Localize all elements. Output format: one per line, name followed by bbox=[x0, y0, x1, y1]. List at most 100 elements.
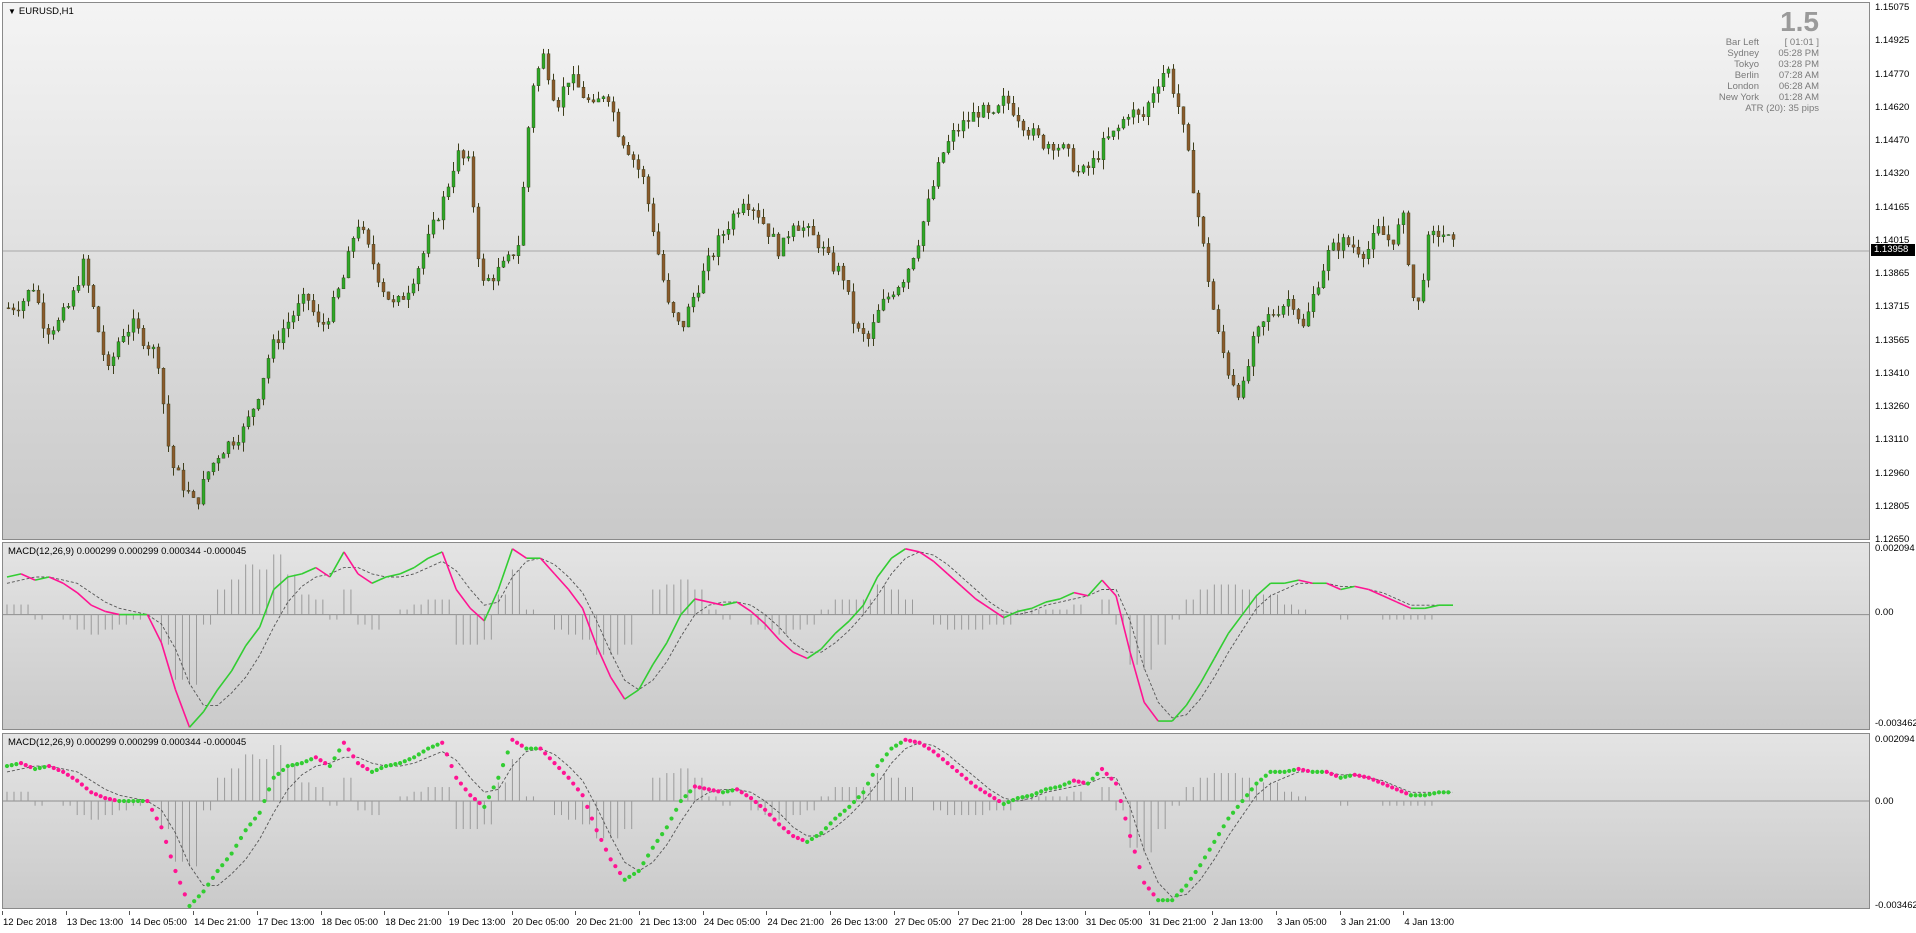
macd-dot bbox=[982, 790, 988, 795]
macd-dot bbox=[295, 762, 300, 767]
macd-dot bbox=[903, 737, 908, 742]
macd-segment bbox=[34, 576, 50, 581]
macd-dot bbox=[1240, 798, 1245, 804]
candle bbox=[1051, 141, 1056, 160]
macd-dot bbox=[1380, 781, 1385, 786]
macd-indicator-label[interactable]: MACD(12,26,9) 0.000299 0.000299 0.000344… bbox=[8, 546, 246, 557]
candle bbox=[1036, 125, 1041, 139]
macd1-axis-max: 0.002094 bbox=[1875, 543, 1915, 554]
macd-dot bbox=[383, 763, 389, 769]
candle bbox=[411, 278, 416, 296]
time-axis-label: 31 Dec 21:00 bbox=[1149, 917, 1207, 928]
macd-dot bbox=[1165, 898, 1170, 903]
candle bbox=[66, 303, 71, 310]
candle bbox=[1046, 141, 1051, 155]
clock-row-value: 07:28 AM bbox=[1778, 70, 1819, 81]
macd-dot bbox=[51, 765, 56, 771]
macd-dot bbox=[734, 787, 740, 792]
macd-dot bbox=[416, 752, 421, 757]
candle bbox=[1346, 235, 1351, 248]
macd-indicator-label[interactable]: MACD(12,26,9) 0.000299 0.000299 0.000344… bbox=[8, 737, 246, 748]
macd-pane-1[interactable]: MACD(12,26,9) 0.000299 0.000299 0.000344… bbox=[2, 542, 1870, 730]
macd-dot bbox=[421, 749, 426, 754]
time-axis-label: 20 Dec 05:00 bbox=[512, 917, 570, 928]
macd-dot bbox=[374, 767, 379, 773]
candle bbox=[566, 82, 571, 96]
macd-segment bbox=[609, 676, 626, 700]
macd-dot bbox=[533, 746, 538, 751]
macd-dot bbox=[1399, 789, 1404, 794]
candle bbox=[1171, 64, 1176, 98]
candle bbox=[341, 274, 346, 290]
macd-dot bbox=[1146, 886, 1151, 891]
macd-dot bbox=[252, 816, 258, 821]
macd-dot bbox=[1160, 898, 1165, 903]
candle bbox=[1081, 164, 1086, 174]
macd-dot bbox=[1034, 791, 1039, 796]
candlestick-chart[interactable] bbox=[3, 3, 1870, 540]
macd-dot bbox=[313, 755, 318, 760]
price-chart-pane[interactable]: ▼ EURUSD,H1 1.5 Bar Left [ 01:01 ] Sydney 05… bbox=[2, 2, 1870, 540]
clock-row-value: [ 01:01 ] bbox=[1784, 37, 1819, 48]
macd-dot bbox=[280, 767, 286, 773]
candle bbox=[196, 497, 201, 510]
time-axis-label: 12 Dec 2018 bbox=[3, 917, 57, 928]
macd-segment bbox=[806, 648, 822, 660]
macd-dot bbox=[220, 863, 225, 868]
macd-dot bbox=[1174, 893, 1180, 898]
macd-dot bbox=[823, 826, 829, 831]
candle bbox=[81, 254, 86, 288]
macd-dot bbox=[748, 796, 754, 801]
macd-segment bbox=[6, 573, 22, 578]
macd-segment bbox=[427, 551, 443, 559]
candle bbox=[861, 322, 866, 342]
macd-dots-chart[interactable] bbox=[3, 734, 1870, 909]
macd-dot bbox=[1025, 794, 1030, 799]
macd-dot bbox=[159, 825, 164, 830]
macd-dot bbox=[18, 761, 24, 766]
macd-dot bbox=[32, 766, 38, 772]
dropdown-arrow-icon[interactable]: ▼ bbox=[8, 7, 16, 16]
macd-dot bbox=[365, 766, 370, 772]
candle bbox=[721, 230, 726, 244]
macd-dot bbox=[1221, 824, 1226, 829]
signal-line bbox=[6, 742, 1453, 898]
macd-dot bbox=[491, 785, 496, 790]
candle bbox=[281, 319, 286, 350]
price-axis-label: 1.12960 bbox=[1875, 467, 1910, 479]
macd-dot bbox=[444, 752, 449, 757]
macd-dot bbox=[1001, 801, 1006, 807]
symbol-label[interactable]: ▼ EURUSD,H1 bbox=[8, 6, 74, 17]
candle bbox=[1441, 225, 1446, 243]
macd-dot bbox=[285, 763, 290, 769]
macd-dot bbox=[571, 781, 576, 786]
macd-segment bbox=[1045, 598, 1061, 603]
time-axis-label: 26 Dec 13:00 bbox=[831, 917, 888, 928]
candle bbox=[911, 257, 916, 271]
macd2-axis-min: -0.003462 bbox=[1875, 900, 1916, 911]
macd-dot bbox=[543, 751, 548, 756]
candle bbox=[631, 151, 636, 168]
macd-line-chart[interactable] bbox=[3, 543, 1870, 730]
macd-segment bbox=[1213, 632, 1230, 659]
candle bbox=[191, 489, 196, 498]
macd-dot bbox=[1427, 792, 1432, 797]
candle bbox=[531, 83, 536, 133]
time-axis-label: 3 Jan 05:00 bbox=[1277, 917, 1327, 928]
macd-dot bbox=[781, 826, 786, 831]
clock-row-label: London bbox=[1727, 81, 1759, 92]
candle bbox=[601, 95, 606, 103]
candle bbox=[1216, 304, 1221, 335]
macd-dot bbox=[552, 761, 557, 766]
candle bbox=[1156, 79, 1161, 103]
macd-dot bbox=[753, 799, 758, 805]
candle bbox=[766, 223, 771, 244]
macd-pane-2[interactable]: MACD(12,26,9) 0.000299 0.000299 0.000344… bbox=[2, 733, 1870, 909]
candle bbox=[451, 161, 456, 194]
macd-dot bbox=[739, 790, 744, 795]
candle bbox=[1401, 210, 1406, 234]
time-tick bbox=[2, 911, 3, 915]
macd-dot bbox=[299, 761, 304, 766]
candle bbox=[651, 197, 656, 237]
macd-dot bbox=[940, 757, 946, 762]
